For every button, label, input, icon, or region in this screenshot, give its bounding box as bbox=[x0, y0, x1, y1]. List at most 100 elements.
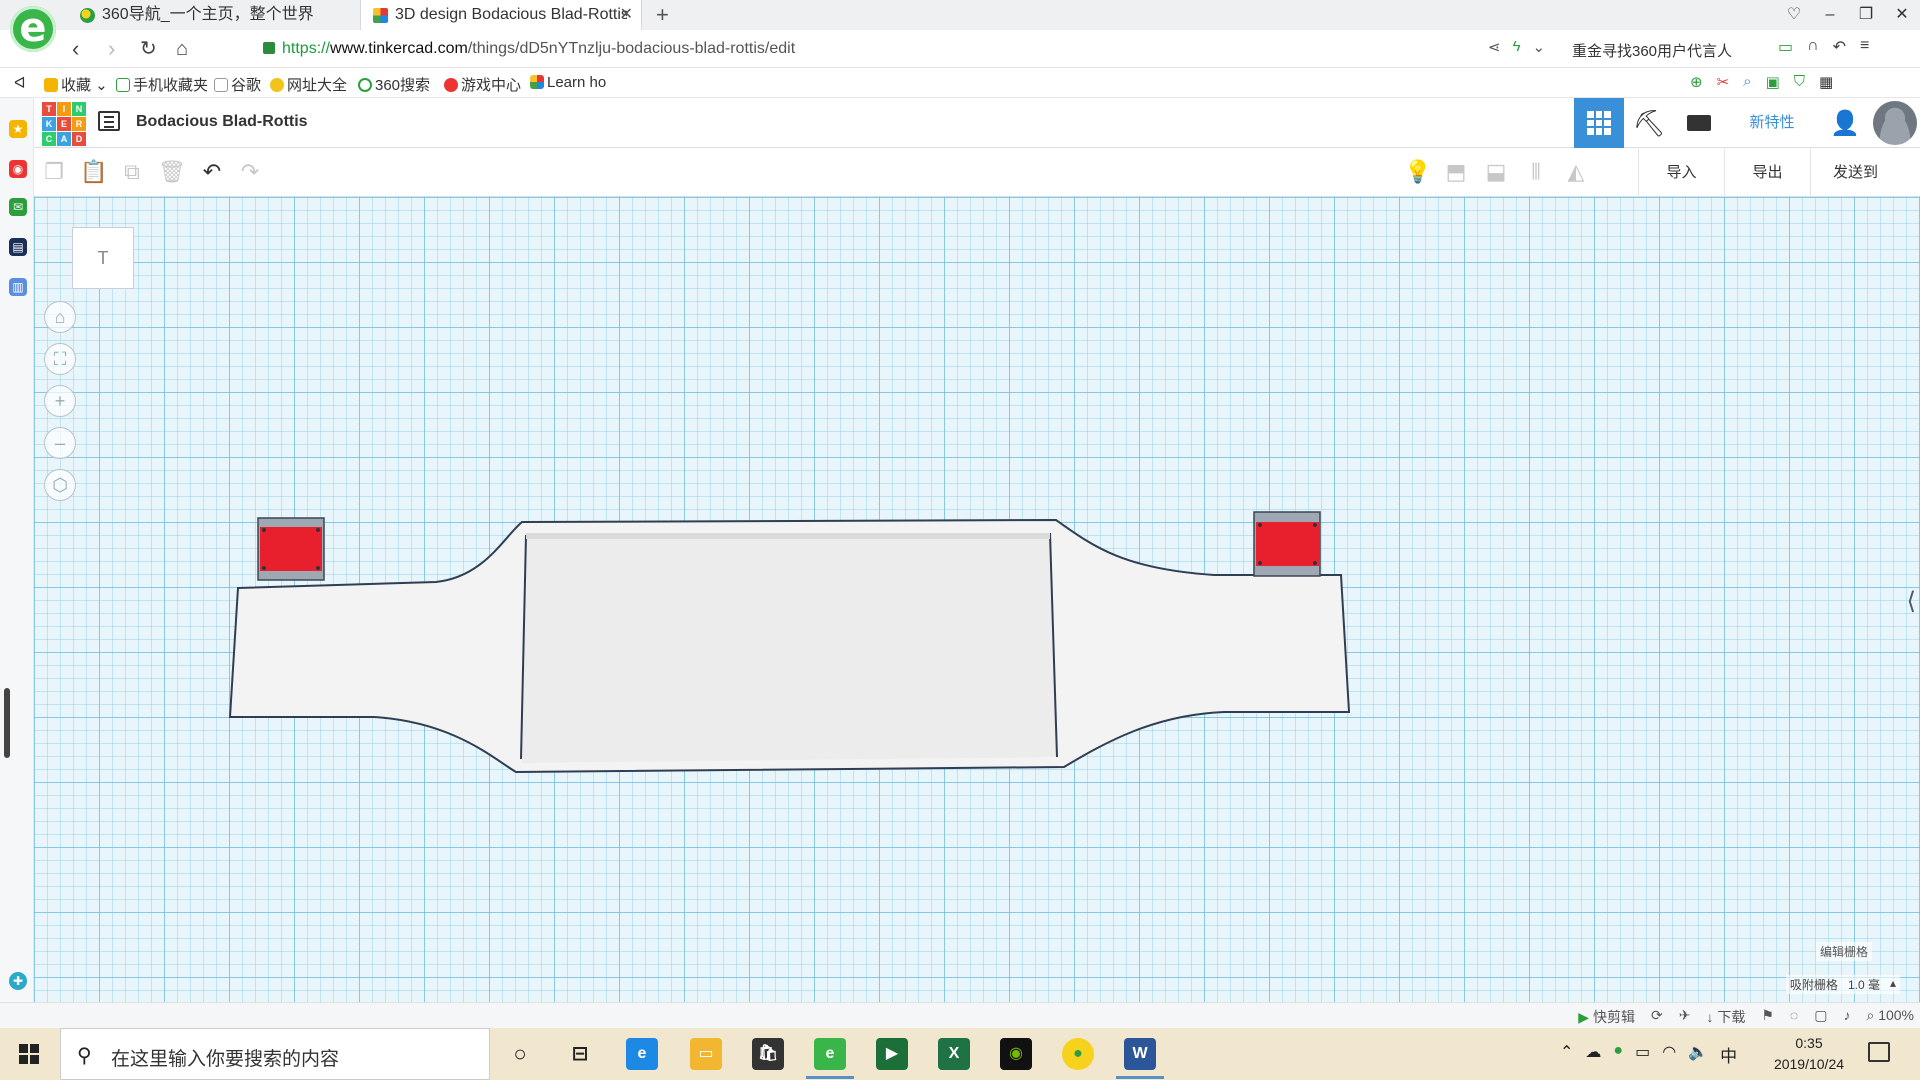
sound-icon[interactable]: ♪ bbox=[1843, 1007, 1850, 1027]
window-icon[interactable]: ▢ bbox=[1814, 1007, 1827, 1027]
weibo-icon[interactable]: ◉ bbox=[9, 160, 27, 178]
tab-tinkercad[interactable]: 3D design Bodacious Blad-Rottis ✕ bbox=[360, 0, 642, 30]
snap-grid-value[interactable]: 1.0 毫 bbox=[1848, 976, 1880, 993]
battery-icon[interactable]: ▭ bbox=[1635, 1042, 1650, 1067]
codeblocks-button[interactable]: ⛏ bbox=[1624, 98, 1674, 148]
scroll-handle[interactable] bbox=[4, 688, 10, 758]
import-button[interactable]: 导入 bbox=[1638, 149, 1724, 197]
group-icon[interactable]: ⬒ bbox=[1444, 160, 1468, 184]
search-icon[interactable]: ⌕ bbox=[1743, 73, 1751, 91]
store-icon[interactable]: 🛍 bbox=[752, 1038, 784, 1070]
news-icon[interactable]: ▤ bbox=[9, 238, 27, 256]
light-bulb-icon[interactable]: 💡 bbox=[1404, 160, 1431, 184]
bookmark-mobile[interactable]: 手机收藏夹 bbox=[116, 74, 208, 95]
edge-icon[interactable]: e bbox=[626, 1038, 658, 1070]
menu-icon[interactable]: ≡ bbox=[1860, 37, 1869, 57]
workplane[interactable]: T ⌂ ⛶ + – ⬡ ⟨ 编辑栅格 吸附栅格 1.0 毫 ▴ bbox=[34, 197, 1920, 1002]
url-input[interactable]: https://www.tinkercad.com/things/dD5nYTn… bbox=[282, 40, 795, 58]
chevron-up-icon[interactable]: ⌃ bbox=[1560, 1042, 1573, 1067]
speed-icon[interactable]: ⟳ bbox=[1651, 1007, 1663, 1027]
excel-icon[interactable]: X bbox=[938, 1038, 970, 1070]
copy-icon[interactable]: ❐ bbox=[42, 160, 66, 184]
collapse-sidebar-icon[interactable]: ᐊ bbox=[14, 74, 26, 92]
skin-icon[interactable]: ♡ bbox=[1776, 0, 1812, 30]
cortana-icon[interactable]: ○ bbox=[504, 1038, 536, 1070]
star-icon[interactable]: ★ bbox=[9, 120, 27, 138]
reload-icon[interactable]: ↻ bbox=[140, 35, 157, 63]
forward-icon[interactable]: › bbox=[108, 35, 115, 63]
cloud-icon[interactable]: ☁ bbox=[1585, 1042, 1601, 1067]
shield-icon[interactable]: ⛉ bbox=[1794, 73, 1805, 91]
align-icon[interactable]: ⫴ bbox=[1524, 160, 1548, 184]
bookmark-learn[interactable]: Learn ho bbox=[530, 74, 606, 91]
browser-logo-icon[interactable]: e bbox=[10, 6, 56, 52]
360-safe-icon[interactable]: ● bbox=[1062, 1038, 1094, 1070]
quick-clip[interactable]: ▶ 快剪辑 bbox=[1578, 1007, 1635, 1027]
apps-grid-icon[interactable]: ▦ bbox=[1819, 73, 1833, 91]
360-browser-icon[interactable]: e bbox=[806, 1038, 854, 1079]
task-view-icon[interactable]: ⊟ bbox=[564, 1038, 596, 1070]
export-button[interactable]: 导出 bbox=[1724, 149, 1810, 197]
avatar[interactable] bbox=[1873, 101, 1917, 145]
pin-icon[interactable]: ✈ bbox=[1679, 1007, 1691, 1027]
flag-icon[interactable]: ⚑ bbox=[1761, 1007, 1774, 1027]
zoom-level[interactable]: ⌕ 100% bbox=[1866, 1007, 1914, 1027]
video-player-icon[interactable]: ▶ bbox=[876, 1038, 908, 1070]
volume-icon[interactable]: 🔈 bbox=[1688, 1042, 1708, 1067]
chevron-down-icon[interactable]: ⌄ bbox=[1533, 38, 1546, 56]
bookmark-games[interactable]: 游戏中心 bbox=[444, 74, 521, 95]
search-promo[interactable]: 重金寻找360用户代言人 bbox=[1572, 40, 1732, 61]
design-list-icon[interactable] bbox=[98, 111, 120, 131]
extension-icon[interactable]: ⊕ bbox=[1690, 73, 1703, 91]
headphones-icon[interactable]: ∩ bbox=[1807, 37, 1819, 57]
assistant-icon[interactable]: ✚ bbox=[9, 972, 27, 990]
redo-icon[interactable]: ↷ bbox=[238, 160, 262, 184]
taskbar-search-input[interactable]: ⚲ 在这里输入你要搜索的内容 bbox=[60, 1028, 490, 1080]
mail-icon[interactable]: ✉ bbox=[9, 198, 27, 216]
collapse-panel-icon[interactable]: ⟨ bbox=[1907, 587, 1916, 616]
new-features-link[interactable]: 新特性 bbox=[1724, 98, 1820, 148]
new-tab-icon[interactable]: + bbox=[656, 2, 669, 28]
word-icon[interactable]: W bbox=[1116, 1038, 1164, 1079]
notes-icon[interactable]: ▥ bbox=[9, 278, 27, 296]
battery-icon[interactable]: ▭ bbox=[1778, 37, 1793, 57]
game-icon[interactable]: ▣ bbox=[1766, 73, 1780, 91]
delete-icon[interactable]: 🗑 bbox=[158, 160, 186, 184]
download[interactable]: ↓ 下载 bbox=[1706, 1007, 1745, 1027]
edit-grid-button[interactable]: 编辑栅格 bbox=[1815, 942, 1872, 961]
notification-center-icon[interactable] bbox=[1868, 1042, 1890, 1062]
left-connector[interactable] bbox=[257, 517, 325, 581]
tinkercad-logo[interactable]: T I N K E R C A D bbox=[42, 102, 86, 146]
duplicate-icon[interactable]: ⧉ bbox=[120, 160, 144, 184]
send-to-button[interactable]: 发送到 bbox=[1810, 149, 1900, 197]
bookmark-google[interactable]: 谷歌 bbox=[214, 74, 261, 95]
bookmark-favorites[interactable]: 收藏 ⌄ bbox=[44, 74, 108, 95]
undo-icon[interactable]: ↶ bbox=[200, 160, 224, 184]
minimize-icon[interactable]: – bbox=[1812, 0, 1848, 30]
paste-icon[interactable]: 📋 bbox=[80, 160, 107, 184]
snap-grid-control[interactable]: 吸附栅格 1.0 毫 ▴ bbox=[1785, 975, 1900, 994]
nvidia-icon[interactable]: ◉ bbox=[1000, 1038, 1032, 1070]
chevron-up-icon[interactable]: ▴ bbox=[1890, 976, 1896, 993]
home-icon[interactable]: ⌂ bbox=[176, 35, 188, 63]
start-button[interactable] bbox=[0, 1028, 58, 1080]
undo-icon[interactable]: ↶ bbox=[1833, 37, 1846, 57]
ungroup-icon[interactable]: ⬓ bbox=[1484, 160, 1508, 184]
ime-indicator[interactable]: 中 bbox=[1720, 1042, 1737, 1067]
clean-icon[interactable]: ◌ bbox=[1790, 1007, 1798, 1027]
bricks-view-button[interactable] bbox=[1674, 98, 1724, 148]
scissors-icon[interactable]: ✂ bbox=[1717, 73, 1730, 91]
bookmark-360-search[interactable]: 360搜索 bbox=[358, 74, 430, 95]
close-tab-icon[interactable]: ✕ bbox=[620, 0, 633, 30]
lightning-icon[interactable]: ϟ bbox=[1513, 38, 1521, 56]
tab-360-nav[interactable]: 360导航_一个主页，整个世界 bbox=[68, 0, 360, 30]
3d-design-view-button[interactable] bbox=[1574, 98, 1624, 148]
invite-user-button[interactable]: 👤 bbox=[1820, 98, 1870, 148]
mirror-icon[interactable]: ◭ bbox=[1564, 160, 1588, 184]
close-window-icon[interactable]: ✕ bbox=[1884, 0, 1920, 30]
wifi-icon[interactable]: ◠ bbox=[1662, 1042, 1676, 1067]
taskbar-clock[interactable]: 0:35 2019/10/24 bbox=[1764, 1033, 1854, 1075]
360-tray-icon[interactable]: ● bbox=[1613, 1042, 1623, 1067]
share-icon[interactable]: ⋖ bbox=[1488, 38, 1501, 56]
file-explorer-icon[interactable]: ▭ bbox=[690, 1038, 722, 1070]
